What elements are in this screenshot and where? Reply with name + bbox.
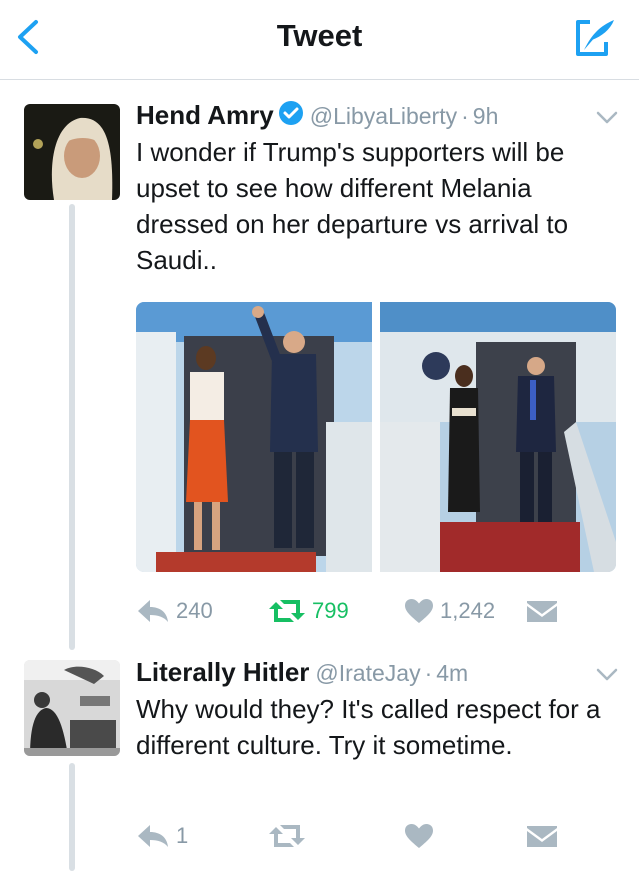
retweet-button[interactable]: [268, 816, 312, 856]
like-count: 1,242: [440, 598, 496, 623]
avatar-image-icon: [24, 660, 120, 756]
like-button[interactable]: [404, 816, 440, 856]
avatar-image-icon: [24, 104, 120, 200]
heart-icon: [405, 824, 433, 848]
author-handle[interactable]: @LibyaLiberty: [310, 103, 457, 129]
reply-icon: [138, 600, 168, 622]
retweet-icon: [269, 825, 305, 847]
avatar[interactable]: [24, 660, 120, 756]
avatar[interactable]: [24, 104, 120, 200]
author-handle[interactable]: @IrateJay: [315, 660, 420, 686]
time-separator: ·: [461, 103, 469, 129]
retweet-icon: [269, 600, 305, 622]
time-separator: ·: [424, 660, 433, 686]
tweet-actions: 240 799 1,242: [136, 591, 606, 631]
retweet-button[interactable]: 799: [268, 591, 349, 631]
tweet-text: Why would they? It's called respect for …: [136, 694, 601, 760]
author-name[interactable]: Literally Hitler: [136, 657, 309, 687]
thread-line: [69, 204, 75, 650]
tweet-time: 9h: [472, 103, 499, 129]
verified-badge-icon: [278, 100, 304, 133]
tweet-header: Literally Hitler @IrateJay · 4m: [136, 657, 468, 688]
photo-left[interactable]: [136, 302, 372, 572]
tweet-menu-button[interactable]: [595, 110, 619, 126]
compose-button[interactable]: [570, 14, 618, 62]
author-name[interactable]: Hend Amry: [136, 100, 274, 130]
direct-message-button[interactable]: [526, 816, 564, 856]
tweet-actions: 1: [136, 816, 606, 856]
reply-icon: [138, 825, 168, 847]
photo-right[interactable]: [380, 302, 616, 572]
chevron-down-icon: [596, 111, 618, 124]
heart-icon: [405, 599, 433, 623]
compose-icon: [576, 20, 614, 56]
chevron-down-icon: [596, 668, 618, 681]
tweet-time: 4m: [436, 660, 469, 686]
reply-button[interactable]: 1: [136, 816, 188, 856]
retweet-count: 799: [312, 598, 349, 623]
envelope-icon: [527, 826, 557, 847]
tweet-menu-button[interactable]: [595, 667, 619, 683]
tweet-header: Hend Amry @LibyaLiberty · 9h: [136, 100, 498, 133]
envelope-icon: [527, 601, 557, 622]
top-bar: Tweet: [0, 0, 639, 80]
thread-line: [69, 763, 75, 871]
page-title: Tweet: [276, 18, 363, 53]
like-button[interactable]: 1,242: [404, 591, 495, 631]
reply-button[interactable]: 240: [136, 591, 213, 631]
reply-count: 240: [176, 598, 213, 623]
reply-count: 1: [176, 823, 189, 848]
direct-message-button[interactable]: [526, 591, 564, 631]
tweet-media[interactable]: [136, 302, 616, 572]
tweet-text: I wonder if Trump's supporters will be u…: [136, 137, 569, 275]
